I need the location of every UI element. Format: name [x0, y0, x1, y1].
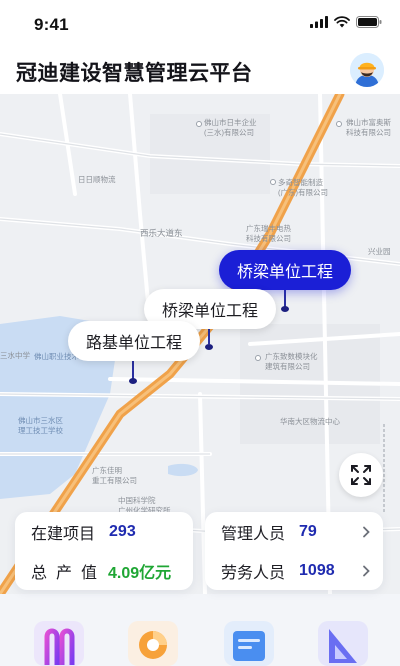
app-title: 冠迪建设智慧管理云平台 — [16, 62, 253, 85]
staff-stats-card: 管理人员 79 劳务人员 1098 — [205, 512, 383, 590]
map-label: 三水中学 — [0, 351, 30, 360]
stat-row-projects: 在建项目 293 — [15, 512, 193, 551]
stat-row-managers[interactable]: 管理人员 79 — [205, 512, 383, 551]
map-label: 日日顺物流 — [78, 175, 116, 184]
signal-icon — [310, 16, 328, 28]
marker-pin — [208, 328, 210, 344]
project-marker-roadbed[interactable]: 路基单位工程 — [68, 321, 200, 361]
map-label: 佛山市三水区 理工技工学校 — [18, 416, 63, 435]
stat-row-output: 总产值 4.09亿元 — [15, 551, 193, 590]
stat-value: 293 — [109, 522, 136, 540]
poi-marker — [270, 179, 276, 185]
nav-icon-2 — [139, 631, 167, 659]
stat-value: 79 — [299, 522, 317, 540]
map-label: 华南大区物流中心 — [280, 417, 340, 426]
avatar[interactable] — [350, 53, 384, 87]
marker-pin-dot — [129, 378, 137, 384]
chevron-right-icon — [363, 565, 370, 576]
map-label: 广东致数模块化 建筑有限公司 — [265, 352, 318, 371]
wifi-icon — [334, 16, 350, 28]
map-label: 广东佳明 重工有限公司 — [92, 466, 137, 485]
feature-button-2[interactable] — [128, 621, 178, 666]
status-time: 9:41 — [34, 15, 69, 34]
feature-button-1[interactable] — [34, 621, 84, 666]
feature-button-4[interactable] — [318, 621, 368, 666]
marker-pin — [284, 288, 286, 308]
battery-icon — [356, 16, 382, 28]
status-bar: 9:41 — [0, 0, 400, 48]
fullscreen-button[interactable] — [339, 453, 383, 497]
road-label: 西乐大道东 — [140, 228, 183, 238]
nav-icon-1 — [44, 628, 75, 665]
stat-row-laborers[interactable]: 劳务人员 1098 — [205, 551, 383, 590]
project-stats-card: 在建项目 293 总产值 4.09亿元 — [15, 512, 193, 590]
avatar-worker-icon — [350, 53, 384, 87]
stat-value: 1098 — [299, 561, 335, 579]
map-label: 多奇智能制造 (广东)有限公司 — [278, 178, 328, 197]
stat-label: 管理人员 — [221, 525, 286, 543]
stat-label: 在建项目 — [31, 525, 96, 543]
nav-icon-4 — [329, 629, 357, 663]
stat-label: 劳务人员 — [221, 564, 286, 582]
status-icons — [310, 16, 382, 28]
chevron-right-icon — [363, 526, 370, 537]
app-header: 冠迪建设智慧管理云平台 — [0, 48, 400, 94]
map-label: 佛山市日丰企业 (三水)有限公司 — [204, 118, 257, 137]
marker-pin-dot — [281, 306, 289, 312]
poi-marker — [336, 121, 342, 127]
nav-icon-3 — [233, 631, 265, 661]
poi-marker — [196, 121, 202, 127]
marker-pin — [132, 360, 134, 380]
fullscreen-icon — [351, 465, 371, 485]
feature-button-3[interactable] — [224, 621, 274, 666]
poi-marker — [255, 355, 261, 361]
map-label: 广东瑞丰电热 科技有限公司 — [246, 224, 291, 243]
bottom-feature-bar — [0, 594, 400, 666]
marker-pin-dot — [205, 344, 213, 350]
stat-label: 总产值 — [31, 564, 107, 582]
map-label: 佛山市富奥斯 科技有限公司 — [346, 118, 391, 137]
map-label: 兴业园 — [368, 247, 391, 256]
stat-value: 4.09亿元 — [108, 564, 172, 582]
project-marker-bridge-active[interactable]: 桥梁单位工程 — [219, 250, 351, 290]
